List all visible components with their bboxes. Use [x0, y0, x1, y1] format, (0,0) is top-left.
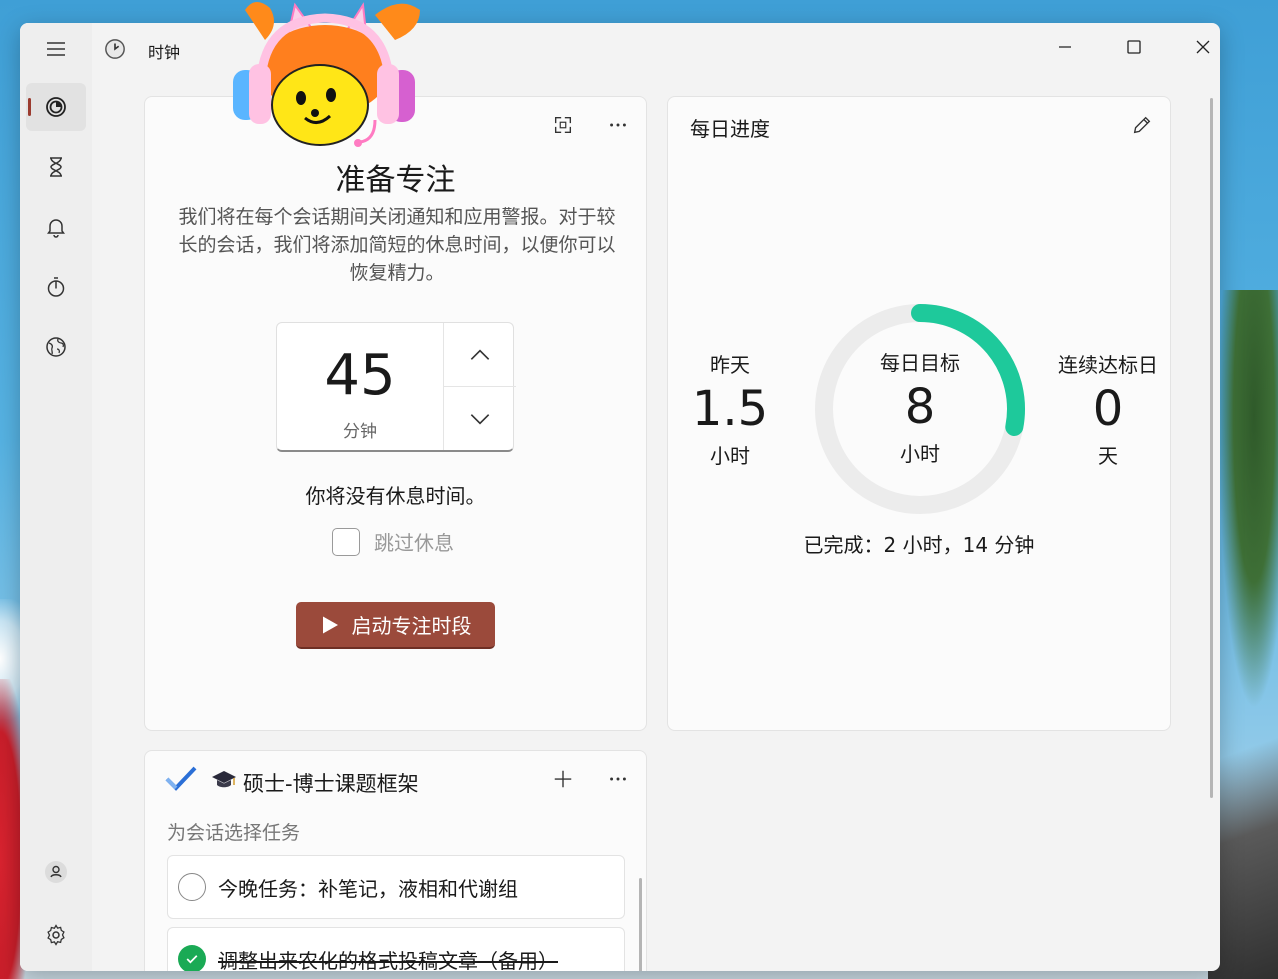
focus-title: 准备专注	[335, 163, 456, 198]
clock-app-icon	[105, 39, 125, 59]
app-title: 时钟	[148, 43, 181, 62]
chevron-up-icon	[470, 349, 490, 360]
stepper-buttons	[443, 323, 516, 451]
settings-button[interactable]	[26, 911, 86, 959]
yesterday-stat: 昨天 1.5 小时	[665, 349, 795, 469]
task-scrollbar[interactable]	[639, 878, 642, 971]
minutes-stepper[interactable]: 45 分钟	[276, 322, 516, 452]
streak-value: 0	[1092, 381, 1124, 437]
streak-label: 连续达标日	[1058, 353, 1158, 377]
sidebar-item-stopwatch[interactable]	[26, 263, 86, 311]
decrease-minutes-button[interactable]	[444, 387, 516, 451]
add-task-button[interactable]	[547, 763, 579, 795]
yesterday-unit: 小时	[710, 444, 750, 468]
increase-minutes-button[interactable]	[444, 323, 516, 387]
timer-icon	[50, 157, 62, 177]
sidebar-item-world-clock[interactable]	[26, 323, 86, 371]
task-subtitle: 为会话选择任务	[167, 822, 301, 844]
maximize-icon	[1127, 40, 1141, 54]
streak-unit: 天	[1098, 444, 1118, 468]
skip-break-checkbox[interactable]	[332, 527, 360, 556]
menu-button[interactable]	[26, 25, 86, 73]
task-item[interactable]: 调整出来农化的格式投稿文章（备用）	[167, 927, 625, 971]
minutes-value[interactable]: 45	[277, 343, 443, 408]
task-checkbox-checked[interactable]	[178, 945, 206, 971]
minimize-icon	[1059, 46, 1071, 48]
edit-goal-button[interactable]	[1126, 109, 1158, 141]
checkmark-icon	[186, 955, 198, 964]
play-icon	[322, 616, 338, 633]
focus-more-button[interactable]	[602, 109, 634, 141]
task-text: 调整出来农化的格式投稿文章（备用）	[218, 948, 558, 972]
stopwatch-icon	[47, 277, 65, 297]
main-scrollbar[interactable]	[1210, 98, 1213, 798]
daily-goal-label: 每日目标	[880, 351, 960, 375]
focus-description: 我们将在每个会话期间关闭通知和应用警报。对于较长的会话，我们将添加简短的休息时间…	[178, 206, 616, 284]
start-focus-label: 启动专注时段	[351, 614, 472, 638]
break-info: 你将没有休息时间。	[305, 484, 486, 508]
background-tree	[1218, 290, 1278, 710]
focus-icon	[46, 97, 66, 117]
minimize-button[interactable]	[1042, 31, 1088, 63]
start-focus-button[interactable]: 启动专注时段	[296, 602, 495, 649]
completed-summary: 已完成：2 小时，14 分钟	[803, 533, 1035, 557]
graduation-cap-icon	[212, 771, 236, 788]
sidebar	[20, 23, 92, 971]
daily-goal-unit: 小时	[900, 442, 940, 466]
yesterday-label: 昨天	[710, 353, 750, 377]
daily-goal-value: 8	[904, 379, 936, 435]
world-clock-icon	[46, 337, 66, 357]
task-checkbox[interactable]	[178, 873, 206, 901]
focus-session-card: 准备专注 我们将在每个会话期间关闭通知和应用警报。对于较长的会话，我们将添加简短…	[144, 96, 647, 731]
minutes-unit: 分钟	[343, 422, 377, 442]
skip-break-label: 跳过休息	[374, 531, 454, 555]
more-icon	[610, 123, 626, 127]
sidebar-item-timer[interactable]	[26, 143, 86, 191]
task-text: 今晚任务：补笔记，液相和代谢组	[218, 876, 518, 901]
skip-break-row[interactable]: 跳过休息	[332, 527, 454, 556]
menu-icon	[47, 42, 65, 56]
daily-progress-title: 每日进度	[690, 117, 770, 141]
compact-overlay-icon	[554, 116, 572, 134]
chevron-down-icon	[470, 414, 490, 425]
maximize-button[interactable]	[1111, 31, 1157, 63]
account-icon	[45, 861, 67, 883]
alarm-icon	[47, 219, 65, 238]
more-icon	[610, 777, 626, 781]
pencil-icon	[1133, 116, 1151, 134]
close-button[interactable]	[1180, 31, 1220, 63]
account-button[interactable]	[26, 848, 86, 896]
close-icon	[1196, 40, 1210, 54]
streak-stat: 连续达标日 0 天	[1043, 349, 1173, 469]
tasks-card: 硕士-博士课题框架 为会话选择任务 今晚任务：补笔记，液相和代谢组 调整出来农化…	[144, 750, 647, 971]
task-item[interactable]: 今晚任务：补笔记，液相和代谢组	[167, 855, 625, 919]
daily-goal-stat: 每日目标 8 小时	[813, 347, 1027, 467]
daily-progress-card: 每日进度 昨天 1.5 小时 每日目标 8 小时 连续达标日 0 天 已完成：2…	[667, 96, 1171, 731]
todo-check-icon	[165, 766, 197, 791]
yesterday-value: 1.5	[691, 381, 769, 437]
tasks-more-button[interactable]	[602, 763, 634, 795]
sidebar-item-focus[interactable]	[26, 83, 86, 131]
plus-icon	[554, 770, 572, 788]
sidebar-item-alarm[interactable]	[26, 203, 86, 251]
settings-icon	[47, 924, 65, 946]
compact-overlay-button[interactable]	[547, 109, 579, 141]
clock-app-window: 时钟 准备专注 我们将在每个会话期间关闭通知和应用警报。对于较长的会话，我们将添…	[20, 23, 1220, 971]
headphone-mascot-sticker	[233, 1, 420, 147]
task-list-title[interactable]: 硕士-博士课题框架	[243, 768, 419, 798]
